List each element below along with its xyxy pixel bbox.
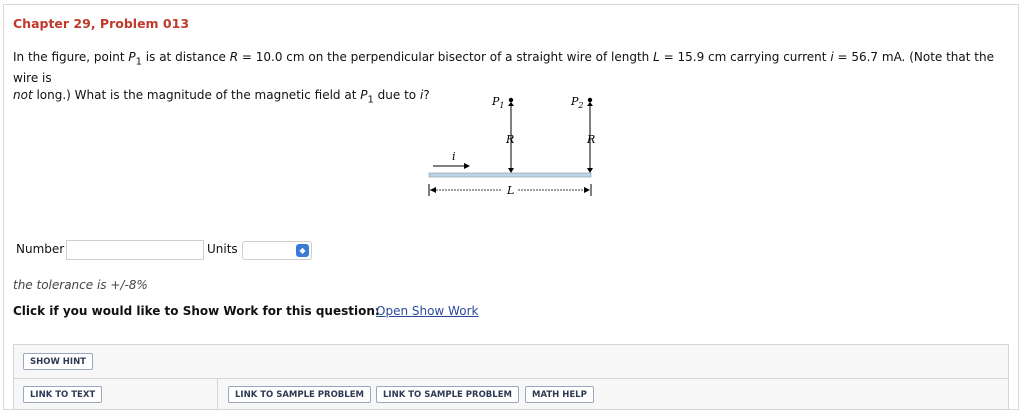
wire-figure: P1 R P2 R i L <box>428 95 595 197</box>
units-select[interactable]: ◆ <box>242 241 312 260</box>
fig-current-arrowhead <box>464 163 470 169</box>
problem-text-part: due to <box>373 88 420 103</box>
length-symbol: L <box>653 50 660 64</box>
distance-symbol: R <box>229 50 239 64</box>
fig-l-arrow-right <box>584 187 590 193</box>
number-input[interactable] <box>66 240 204 260</box>
tolerance-text: the tolerance is +/-8% <box>13 278 148 292</box>
panel-divider <box>14 378 1008 379</box>
fig-l-label: L <box>506 184 514 197</box>
panel-column-divider <box>217 378 218 411</box>
fig-current-label: i <box>452 150 456 163</box>
math-help-button[interactable]: MATH HELP <box>525 386 594 403</box>
fig-r1-label: R <box>505 133 514 146</box>
fig-p1-label: P1 <box>491 95 505 110</box>
point-symbol: P <box>128 50 136 64</box>
problem-text-part: long.) What is the magnitude of the magn… <box>32 88 361 103</box>
emphasis-not: not <box>13 88 33 103</box>
fig-r2-arrow-top <box>587 102 593 106</box>
fig-wire <box>428 172 592 178</box>
problem-text-part: = 15.9 cm carrying current <box>659 50 831 64</box>
link-to-sample-problem-button-1[interactable]: LINK TO SAMPLE PROBLEM <box>228 386 371 403</box>
problem-text-part: In the figure, point <box>13 50 129 64</box>
problem-text-part: = 10.0 cm on the perpendicular bisector … <box>238 50 654 64</box>
fig-p1-sub: 1 <box>499 101 504 110</box>
select-arrows-icon: ◆ <box>296 244 309 257</box>
problem-title: Chapter 29, Problem 013 <box>13 16 190 31</box>
fig-r1-arrow-bottom <box>508 168 514 173</box>
fig-p2-dot <box>587 97 593 103</box>
link-to-sample-problem-button-2[interactable]: LINK TO SAMPLE PROBLEM <box>376 386 519 403</box>
fig-p1-dot <box>508 97 514 103</box>
fig-l-arrow-left <box>430 187 436 193</box>
number-label: Number <box>16 242 65 256</box>
fig-p2-sub: 2 <box>577 101 583 110</box>
fig-p2-label: P2 <box>570 95 584 110</box>
open-show-work-link[interactable]: Open Show Work <box>376 304 478 318</box>
show-work-question: Click if you would like to Show Work for… <box>13 304 380 318</box>
fig-r1-arrow-top <box>508 102 514 106</box>
help-panel: SHOW HINT LINK TO TEXT LINK TO SAMPLE PR… <box>13 344 1009 411</box>
fig-r2-arrow-bottom <box>587 168 593 173</box>
units-label: Units <box>207 242 238 256</box>
link-to-text-button[interactable]: LINK TO TEXT <box>23 386 103 403</box>
problem-text-part: is at distance <box>141 50 230 64</box>
fig-r2-label: R <box>586 133 595 146</box>
show-hint-button[interactable]: SHOW HINT <box>23 353 93 370</box>
